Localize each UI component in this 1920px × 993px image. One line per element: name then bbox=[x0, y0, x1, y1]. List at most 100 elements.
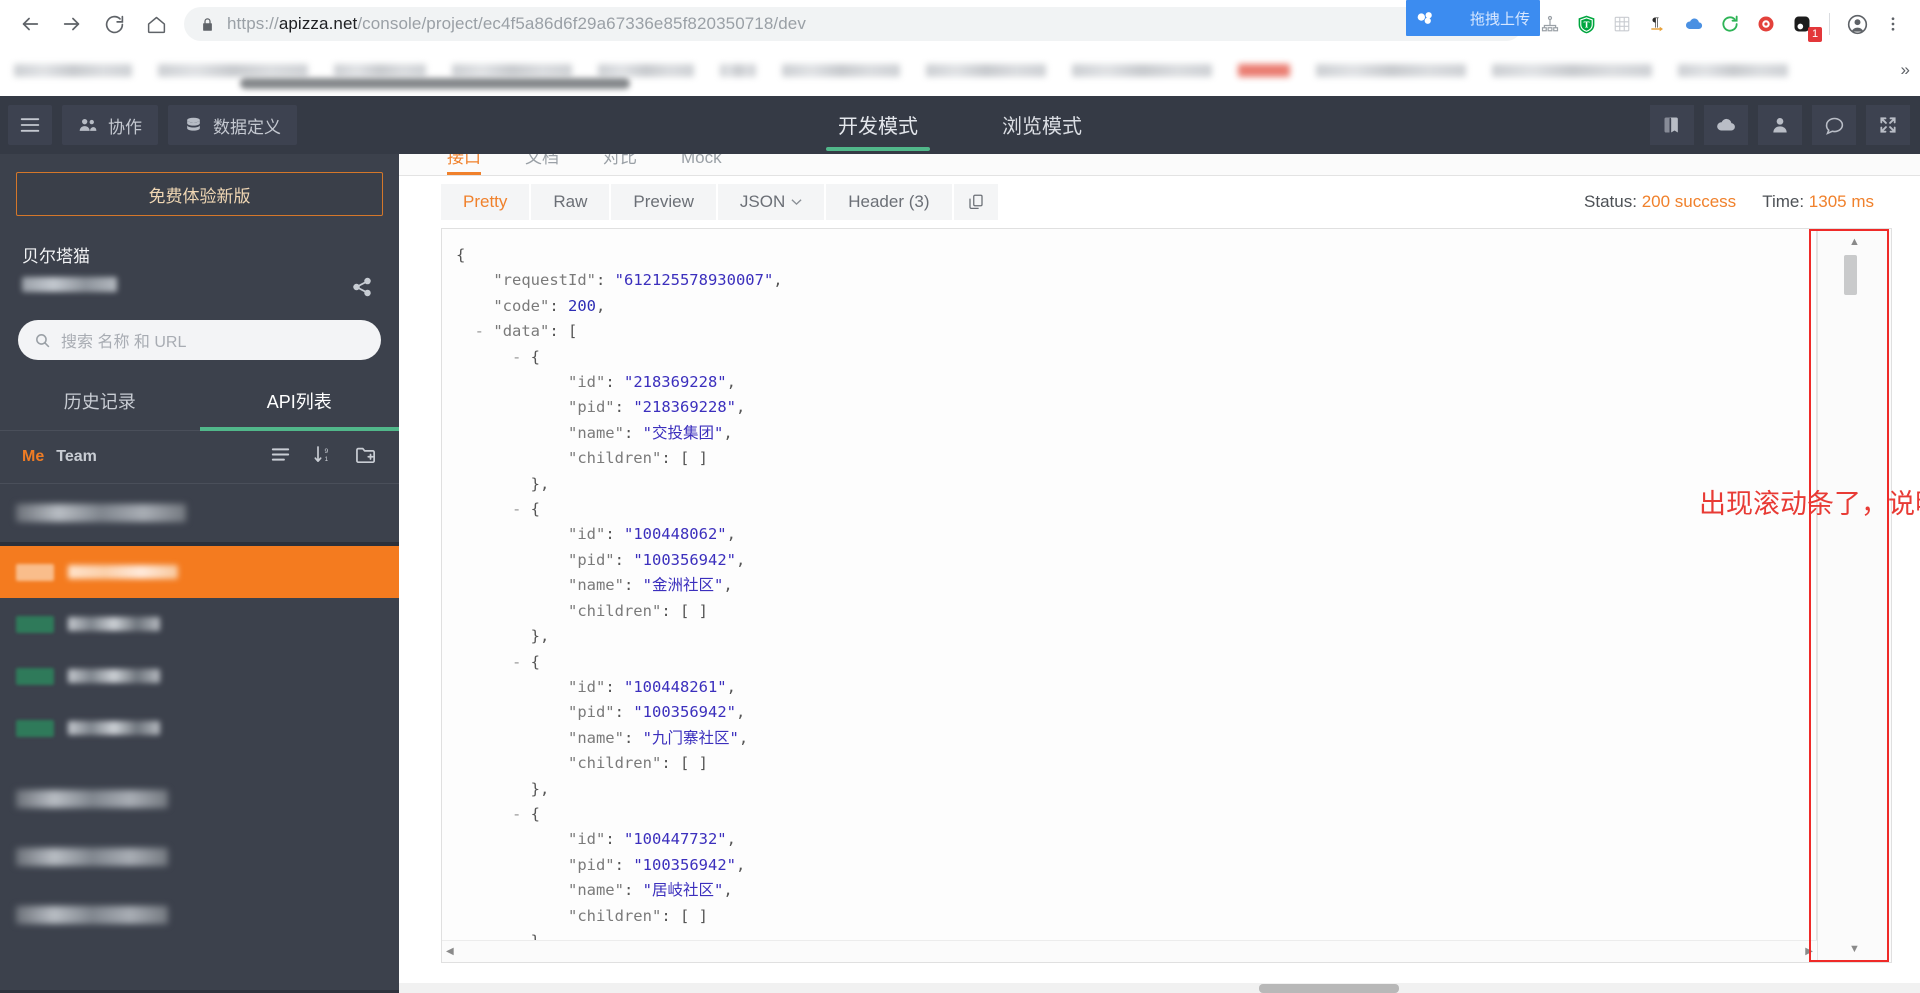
api-name-redacted bbox=[68, 617, 160, 631]
main-panel: 接口 文档 对比 Mock Pretty Raw Preview JSON He… bbox=[399, 154, 1920, 993]
bookmark-item[interactable] bbox=[158, 63, 308, 77]
view-raw-button[interactable]: Raw bbox=[531, 184, 610, 220]
page-scrollbar-track[interactable] bbox=[399, 983, 1920, 993]
bookmark-redaction bbox=[240, 78, 630, 89]
bookmark-item[interactable] bbox=[782, 63, 900, 77]
sidebar: 免费体验新版 贝尔塔猫 搜索 名称 和 URL 历史记录 API列表 Me Te… bbox=[0, 154, 399, 993]
bookmark-item[interactable] bbox=[1492, 63, 1652, 77]
pilcrow-extension-icon[interactable]: ¶ bbox=[1641, 7, 1675, 41]
folder-row[interactable] bbox=[0, 828, 399, 886]
tab-api-list[interactable]: API列表 bbox=[199, 374, 400, 431]
extension-badge-count: 1 bbox=[1808, 27, 1822, 42]
share-icon[interactable] bbox=[351, 276, 373, 303]
tab-history[interactable]: 历史记录 bbox=[0, 374, 200, 430]
response-body: { "requestId": "612125578930007", "code"… bbox=[441, 228, 1892, 963]
sidebar-toggle-button[interactable] bbox=[8, 105, 52, 145]
collaboration-label: 协作 bbox=[108, 117, 142, 137]
folder-row[interactable] bbox=[0, 770, 399, 828]
apizza-app: 协作 数据定义 开发模式 浏览模式 免费体验新版 贝尔塔猫 搜索 名称 和 UR… bbox=[0, 96, 1920, 993]
data-definition-button[interactable]: 数据定义 bbox=[168, 105, 297, 145]
tab-dev-mode[interactable]: 开发模式 bbox=[826, 96, 930, 155]
filter-list-icon[interactable] bbox=[270, 446, 291, 468]
browser-toolbar: https://apizza.net/console/project/ec4f5… bbox=[0, 0, 1920, 48]
tab-document[interactable]: 文档 bbox=[525, 154, 559, 175]
view-preview-button[interactable]: Preview bbox=[611, 184, 716, 220]
bookmark-item[interactable] bbox=[598, 63, 694, 77]
svg-text:9: 9 bbox=[324, 448, 328, 455]
bookmark-item[interactable] bbox=[1316, 63, 1466, 77]
bookmark-item[interactable] bbox=[926, 63, 1046, 77]
bookmark-item[interactable] bbox=[1238, 63, 1290, 77]
page-scrollbar-thumb[interactable] bbox=[1259, 984, 1399, 993]
time-text: Time: 1305 ms bbox=[1762, 192, 1874, 211]
header-button[interactable]: Header (3) bbox=[826, 184, 952, 220]
profile-avatar-icon[interactable] bbox=[1840, 7, 1874, 41]
vertical-scrollbar-thumb[interactable] bbox=[1844, 255, 1857, 295]
collaboration-button[interactable]: 协作 bbox=[62, 105, 158, 145]
tab-interface[interactable]: 接口 bbox=[447, 154, 481, 175]
grid-extension-icon[interactable] bbox=[1605, 7, 1639, 41]
green-extension-icon[interactable] bbox=[1713, 7, 1747, 41]
method-tag bbox=[16, 563, 54, 581]
reload-button[interactable] bbox=[94, 4, 134, 44]
home-button[interactable] bbox=[136, 4, 176, 44]
bookmark-item[interactable] bbox=[452, 63, 572, 77]
forward-button[interactable] bbox=[52, 4, 92, 44]
scroll-right-arrow[interactable]: ▶ bbox=[1805, 946, 1813, 957]
address-bar[interactable]: https://apizza.net/console/project/ec4f5… bbox=[184, 7, 1523, 41]
fullscreen-icon[interactable] bbox=[1866, 105, 1910, 145]
scroll-up-arrow[interactable]: ▲ bbox=[1818, 231, 1891, 253]
api-list-item[interactable] bbox=[0, 702, 399, 754]
comment-icon[interactable] bbox=[1812, 105, 1856, 145]
api-list[interactable] bbox=[0, 484, 399, 990]
owner-filter-row: Me Team 91 bbox=[0, 431, 399, 484]
bookmark-item[interactable] bbox=[1678, 63, 1788, 77]
red-extension-icon[interactable] bbox=[1749, 7, 1783, 41]
tab-mock[interactable]: Mock bbox=[681, 154, 722, 175]
tab-compare[interactable]: 对比 bbox=[603, 154, 637, 175]
tab-browse-mode[interactable]: 浏览模式 bbox=[996, 96, 1088, 155]
new-folder-icon[interactable] bbox=[355, 445, 377, 469]
api-list-item-selected[interactable] bbox=[0, 542, 399, 598]
header-actions bbox=[1650, 105, 1910, 145]
view-pretty-button[interactable]: Pretty bbox=[441, 184, 530, 220]
api-list-item[interactable] bbox=[0, 598, 399, 650]
book-icon[interactable] bbox=[1650, 105, 1694, 145]
chrome-menu-icon[interactable] bbox=[1876, 7, 1910, 41]
search-area: 搜索 名称 和 URL bbox=[0, 312, 399, 374]
data-definition-label: 数据定义 bbox=[213, 117, 281, 137]
owner-team-tab[interactable]: Team bbox=[56, 448, 97, 466]
bookmark-item[interactable] bbox=[14, 63, 132, 77]
bookmark-item[interactable] bbox=[334, 63, 426, 77]
app-body: 免费体验新版 贝尔塔猫 搜索 名称 和 URL 历史记录 API列表 Me Te… bbox=[0, 154, 1920, 993]
sort-descending-icon[interactable]: 91 bbox=[313, 445, 333, 469]
folder-row[interactable] bbox=[0, 484, 399, 542]
scroll-down-arrow[interactable]: ▼ bbox=[1818, 938, 1891, 960]
format-select[interactable]: JSON bbox=[717, 184, 825, 220]
horizontal-scrollbar[interactable]: ◀ ▶ bbox=[442, 940, 1817, 962]
api-list-item[interactable] bbox=[0, 650, 399, 702]
method-tag bbox=[16, 719, 54, 737]
black-badge-extension-icon[interactable]: 1 bbox=[1785, 7, 1822, 42]
search-placeholder: 搜索 名称 和 URL bbox=[61, 334, 187, 351]
copy-icon[interactable] bbox=[953, 184, 998, 220]
folder-row[interactable] bbox=[0, 886, 399, 944]
bookmark-item[interactable] bbox=[1072, 63, 1212, 77]
owner-me-tab[interactable]: Me bbox=[22, 448, 44, 466]
trial-new-version-button[interactable]: 免费体验新版 bbox=[16, 172, 383, 216]
cloud-icon[interactable] bbox=[1704, 105, 1748, 145]
baidu-netdisk-extension-icon[interactable] bbox=[1677, 7, 1711, 41]
bookmarks-overflow-button[interactable]: » bbox=[1901, 60, 1910, 80]
tampermonkey-extension-icon[interactable]: T bbox=[1569, 7, 1603, 41]
back-button[interactable] bbox=[10, 4, 50, 44]
lock-icon bbox=[200, 17, 215, 32]
scroll-left-arrow[interactable]: ◀ bbox=[446, 946, 454, 957]
json-response-viewer[interactable]: { "requestId": "612125578930007", "code"… bbox=[442, 229, 1817, 962]
search-input[interactable]: 搜索 名称 和 URL bbox=[18, 320, 381, 360]
vertical-scrollbar[interactable]: ▲ ▼ bbox=[1817, 229, 1891, 962]
bookmark-item[interactable] bbox=[720, 63, 756, 77]
user-icon[interactable] bbox=[1758, 105, 1802, 145]
api-name-redacted bbox=[68, 721, 160, 735]
sidebar-tabs: 历史记录 API列表 bbox=[0, 374, 399, 431]
chevron-down-icon bbox=[791, 199, 802, 206]
